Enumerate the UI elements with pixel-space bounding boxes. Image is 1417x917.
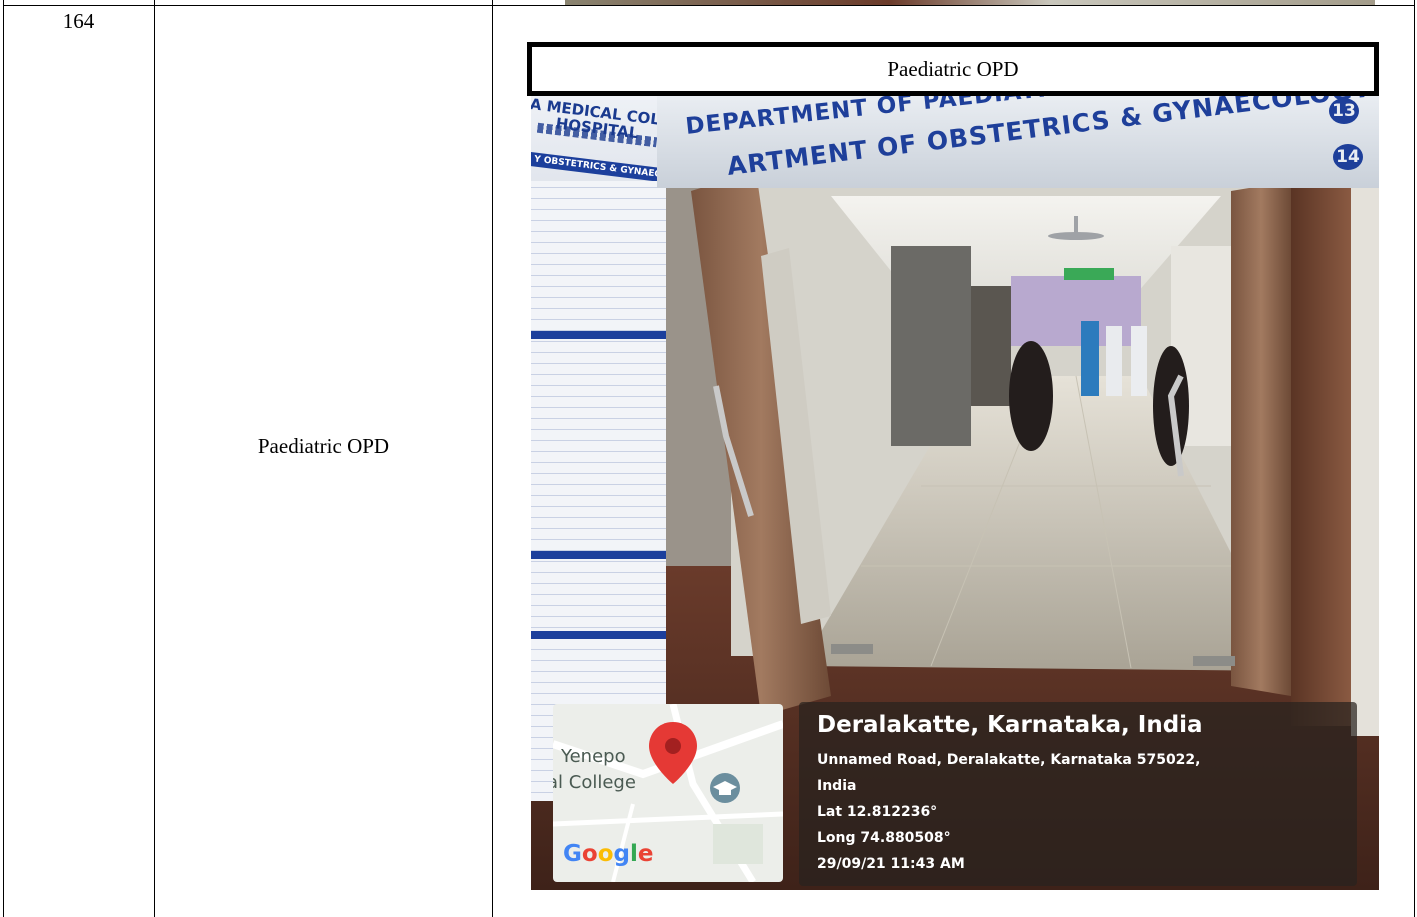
directory-divider — [531, 631, 666, 639]
department-sign: DEPARTMENT OF PAEDIATRICS ARTMENT OF OBS… — [657, 96, 1379, 188]
geotag-info-card: Deralakatte, Karnataka, India Unnamed Ro… — [799, 702, 1357, 886]
room-number-badge: 13 — [1329, 98, 1359, 124]
location-city: Deralakatte, Karnataka, India — [817, 712, 1203, 738]
directory-divider — [531, 331, 666, 339]
location-map-thumbnail: Yenepo al College Google — [553, 704, 783, 882]
directory-divider — [531, 551, 666, 559]
corridor-photo: A MEDICAL COLLEGE HOSPITAL Y OBSTETRICS … — [531, 96, 1379, 890]
table-column-border — [3, 0, 4, 917]
timestamp: 29/09/21 11:43 AM — [817, 856, 965, 872]
google-logo: Google — [563, 841, 654, 867]
row-label: Paediatric OPD — [257, 434, 390, 458]
row-number: 164 — [62, 9, 95, 33]
longitude: Long 74.880508° — [817, 830, 951, 846]
location-address: Unnamed Road, Deralakatte, Karnataka 575… — [817, 752, 1201, 768]
table-column-border — [492, 0, 493, 917]
table-column-border — [1414, 0, 1415, 917]
hospital-directory-board: A MEDICAL COLLEGE HOSPITAL Y OBSTETRICS … — [531, 96, 725, 801]
location-country: India — [817, 778, 857, 794]
table-row-top-border — [3, 5, 1415, 6]
room-number-badge: 14 — [1333, 144, 1363, 170]
photo-caption: Paediatric OPD — [527, 42, 1379, 96]
latitude: Lat 12.812236° — [817, 804, 938, 820]
